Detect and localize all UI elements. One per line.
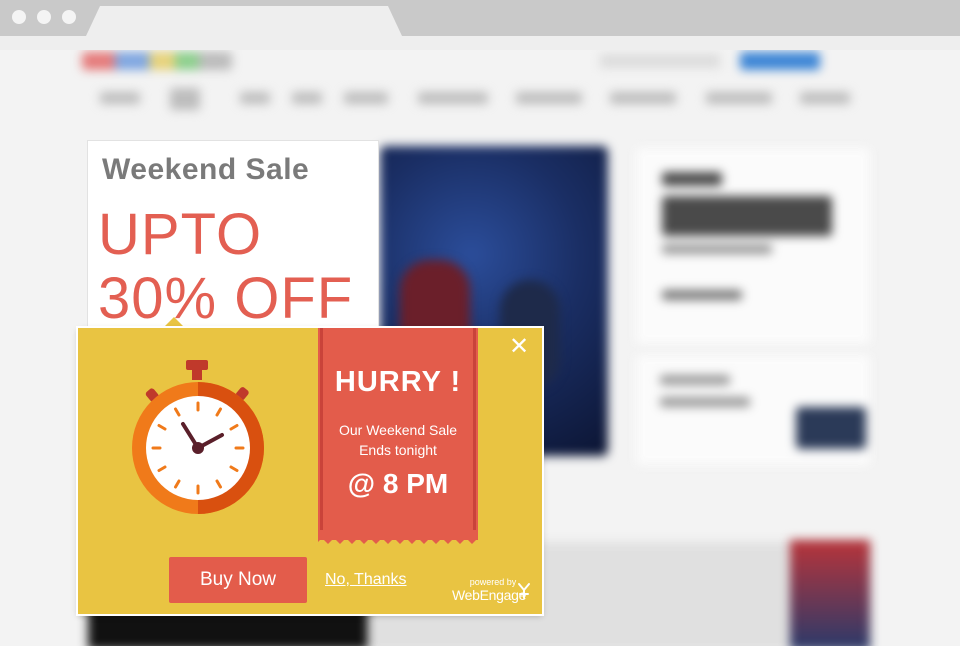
nav-item [418, 92, 488, 104]
nav-item [610, 92, 676, 104]
nav-item [100, 92, 140, 104]
end-time: @ 8 PM [347, 468, 449, 499]
message-line: Ends tonight [359, 442, 437, 458]
browser-tab[interactable] [86, 6, 402, 36]
promo-card [636, 355, 870, 465]
no-thanks-link[interactable]: No, Thanks [325, 571, 407, 589]
window-dot-icon[interactable] [12, 10, 26, 24]
nav-item [292, 92, 322, 104]
sale-ends-message: Our Weekend Sale Ends tonight [318, 420, 478, 460]
site-search-bar [600, 54, 720, 68]
nav-item [240, 92, 270, 104]
browser-title-bar [0, 0, 960, 36]
site-logo [82, 52, 232, 70]
window-dot-icon[interactable] [62, 10, 76, 24]
sale-discount-line: UPTO [98, 202, 263, 267]
stopwatch-icon [132, 360, 264, 514]
nav-item [800, 92, 850, 104]
sale-discount-line: 30% OFF [98, 266, 354, 331]
close-icon[interactable]: ✕ [508, 335, 530, 359]
browser-toolbar [0, 36, 960, 50]
hurry-headline: HURRY ! [334, 366, 462, 398]
webengage-logo-icon [518, 583, 530, 599]
sale-title: Weekend Sale [102, 153, 310, 186]
message-line: Our Weekend Sale [338, 422, 458, 438]
site-header-button [740, 52, 820, 70]
weekend-sale-card: Weekend Sale UPTO 30% OFF [88, 141, 378, 341]
window-dot-icon[interactable] [37, 10, 51, 24]
nav-item [170, 88, 200, 110]
buy-now-button[interactable]: Buy Now [169, 557, 307, 603]
countdown-popup: HURRY ! Our Weekend Sale Ends tonight @ … [78, 328, 542, 614]
nav-item [344, 92, 388, 104]
ribbon-zigzag-edge [318, 534, 478, 544]
nav-item [706, 92, 772, 104]
content-image [790, 540, 870, 646]
promo-card [636, 148, 870, 344]
nav-item [516, 92, 582, 104]
